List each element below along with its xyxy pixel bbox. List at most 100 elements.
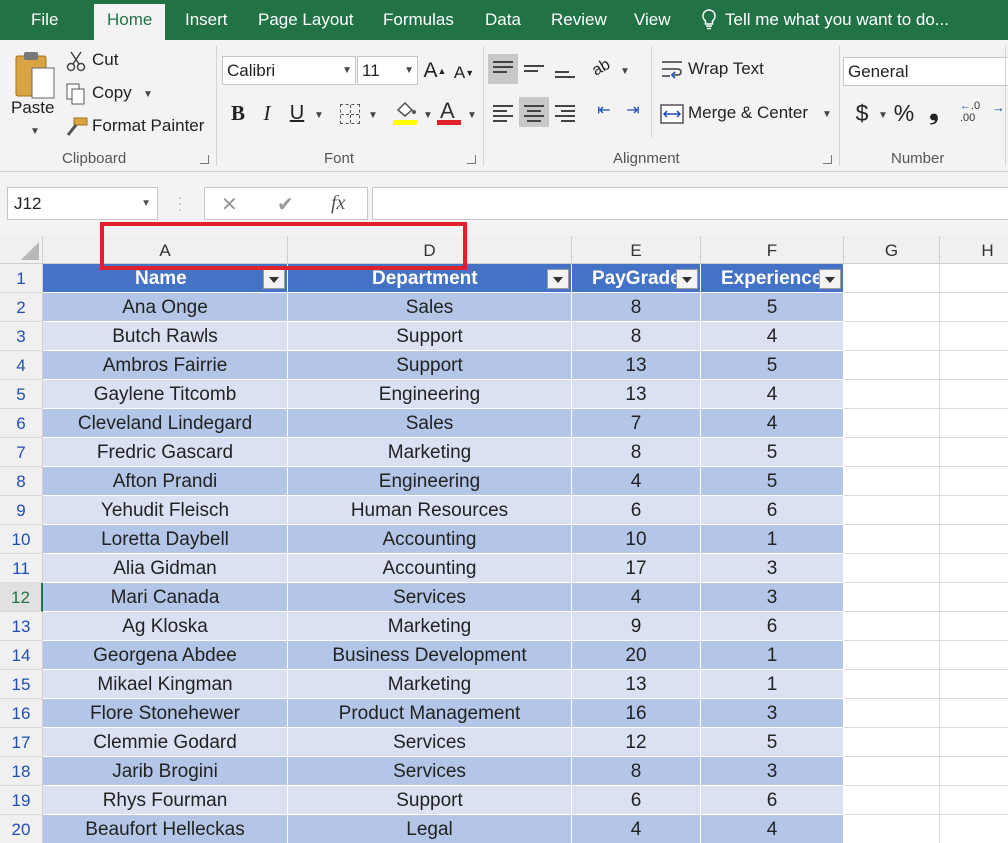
select-all-button[interactable] — [0, 236, 43, 264]
row-header[interactable]: 9 — [0, 496, 43, 525]
table-cell[interactable]: 16 — [572, 699, 701, 728]
table-cell[interactable]: Product Management — [288, 699, 572, 728]
table-cell[interactable]: 6 — [572, 496, 701, 525]
tab-page-layout[interactable]: Page Layout — [258, 0, 353, 40]
filter-dropdown-icon[interactable] — [819, 269, 841, 289]
table-cell[interactable]: 6 — [572, 786, 701, 815]
font-color-icon[interactable]: A — [437, 98, 463, 126]
table-cell[interactable]: Engineering — [288, 467, 572, 496]
table-cell[interactable]: 4 — [701, 380, 844, 409]
empty-cell[interactable] — [844, 525, 940, 554]
row-header[interactable]: 20 — [0, 815, 43, 843]
table-cell[interactable]: 8 — [572, 322, 701, 351]
row-header[interactable]: 13 — [0, 612, 43, 641]
empty-cell[interactable] — [940, 757, 1008, 786]
table-cell[interactable]: Flore Stonehewer — [43, 699, 288, 728]
comma-style-button[interactable]: ❟ — [920, 98, 948, 126]
empty-cell[interactable] — [844, 496, 940, 525]
table-cell[interactable]: 3 — [701, 757, 844, 786]
row-header[interactable]: 14 — [0, 641, 43, 670]
chevron-down-icon[interactable]: ▼ — [467, 110, 477, 121]
table-cell[interactable]: 3 — [701, 699, 844, 728]
table-cell[interactable]: 8 — [572, 438, 701, 467]
table-cell[interactable]: Marketing — [288, 438, 572, 467]
chevron-down-icon[interactable]: ▼ — [368, 110, 378, 121]
italic-button[interactable]: I — [253, 99, 281, 127]
column-header-e[interactable]: E — [572, 236, 701, 264]
empty-cell[interactable] — [940, 815, 1008, 843]
empty-cell[interactable] — [844, 670, 940, 699]
empty-cell[interactable] — [940, 380, 1008, 409]
row-header[interactable]: 11 — [0, 554, 43, 583]
table-cell[interactable]: 10 — [572, 525, 701, 554]
row-header[interactable]: 19 — [0, 786, 43, 815]
filter-dropdown-icon[interactable] — [676, 269, 698, 289]
row-header[interactable]: 6 — [0, 409, 43, 438]
dialog-launcher-icon[interactable] — [823, 155, 832, 164]
table-cell[interactable]: 9 — [572, 612, 701, 641]
merge-center-button[interactable]: Merge & Center ▼ — [660, 101, 835, 127]
empty-cell[interactable] — [940, 612, 1008, 641]
increase-indent-icon[interactable]: ⇥ — [619, 97, 647, 125]
table-cell[interactable]: Beaufort Helleckas — [43, 815, 288, 843]
decrease-indent-icon[interactable]: ⇤ — [590, 97, 618, 125]
empty-cell[interactable] — [940, 264, 1008, 293]
row-header[interactable]: 7 — [0, 438, 43, 467]
empty-cell[interactable] — [844, 351, 940, 380]
empty-cell[interactable] — [940, 293, 1008, 322]
empty-cell[interactable] — [940, 409, 1008, 438]
table-cell[interactable]: Services — [288, 583, 572, 612]
font-size-select[interactable]: 11 ▼ — [357, 56, 418, 85]
align-right-icon[interactable] — [550, 97, 580, 127]
table-cell[interactable]: 4 — [572, 815, 701, 843]
align-bottom-icon[interactable] — [550, 54, 580, 84]
table-cell[interactable]: Mikael Kingman — [43, 670, 288, 699]
chevron-down-icon[interactable]: ▼ — [423, 110, 433, 121]
align-center-icon[interactable] — [519, 97, 549, 127]
table-cell[interactable]: Support — [288, 786, 572, 815]
table-cell[interactable]: 1 — [701, 670, 844, 699]
empty-cell[interactable] — [940, 351, 1008, 380]
table-cell[interactable]: Loretta Daybell — [43, 525, 288, 554]
table-cell[interactable]: Clemmie Godard — [43, 728, 288, 757]
empty-cell[interactable] — [940, 438, 1008, 467]
empty-cell[interactable] — [844, 293, 940, 322]
table-cell[interactable]: 8 — [572, 293, 701, 322]
row-header[interactable]: 18 — [0, 757, 43, 786]
dialog-launcher-icon[interactable] — [467, 155, 476, 164]
align-middle-icon[interactable] — [519, 54, 549, 84]
chevron-down-icon[interactable]: ▼ — [620, 66, 630, 77]
insert-function-icon[interactable]: fx — [331, 192, 345, 215]
dialog-launcher-icon[interactable] — [200, 155, 209, 164]
decrease-font-icon[interactable]: A▼ — [450, 59, 478, 87]
formula-input[interactable] — [372, 187, 1008, 220]
fill-color-icon[interactable] — [393, 100, 419, 126]
cut-button[interactable]: Cut — [66, 48, 156, 74]
row-header[interactable]: 2 — [0, 293, 43, 322]
bold-button[interactable]: B — [224, 99, 252, 127]
table-cell[interactable]: 1 — [701, 525, 844, 554]
tab-view[interactable]: View — [634, 0, 671, 40]
table-cell[interactable]: 17 — [572, 554, 701, 583]
empty-cell[interactable] — [940, 554, 1008, 583]
underline-button[interactable]: U — [283, 99, 311, 127]
empty-cell[interactable] — [940, 670, 1008, 699]
table-cell[interactable]: 5 — [701, 438, 844, 467]
table-cell[interactable]: Georgena Abdee — [43, 641, 288, 670]
empty-cell[interactable] — [844, 612, 940, 641]
row-header[interactable]: 8 — [0, 467, 43, 496]
table-cell[interactable]: 5 — [701, 728, 844, 757]
table-cell[interactable]: Gaylene Titcomb — [43, 380, 288, 409]
empty-cell[interactable] — [844, 380, 940, 409]
name-box[interactable]: J12 ▼ — [7, 187, 158, 220]
column-header-h[interactable]: H — [940, 236, 1008, 264]
table-cell[interactable]: 4 — [572, 583, 701, 612]
empty-cell[interactable] — [844, 757, 940, 786]
table-cell[interactable]: Marketing — [288, 670, 572, 699]
tab-data[interactable]: Data — [485, 0, 521, 40]
number-format-select[interactable]: General — [843, 57, 1008, 86]
table-cell[interactable]: Ambros Fairrie — [43, 351, 288, 380]
chevron-down-icon[interactable]: ▼ — [314, 110, 324, 121]
table-cell[interactable]: Cleveland Lindegard — [43, 409, 288, 438]
row-header[interactable]: 10 — [0, 525, 43, 554]
